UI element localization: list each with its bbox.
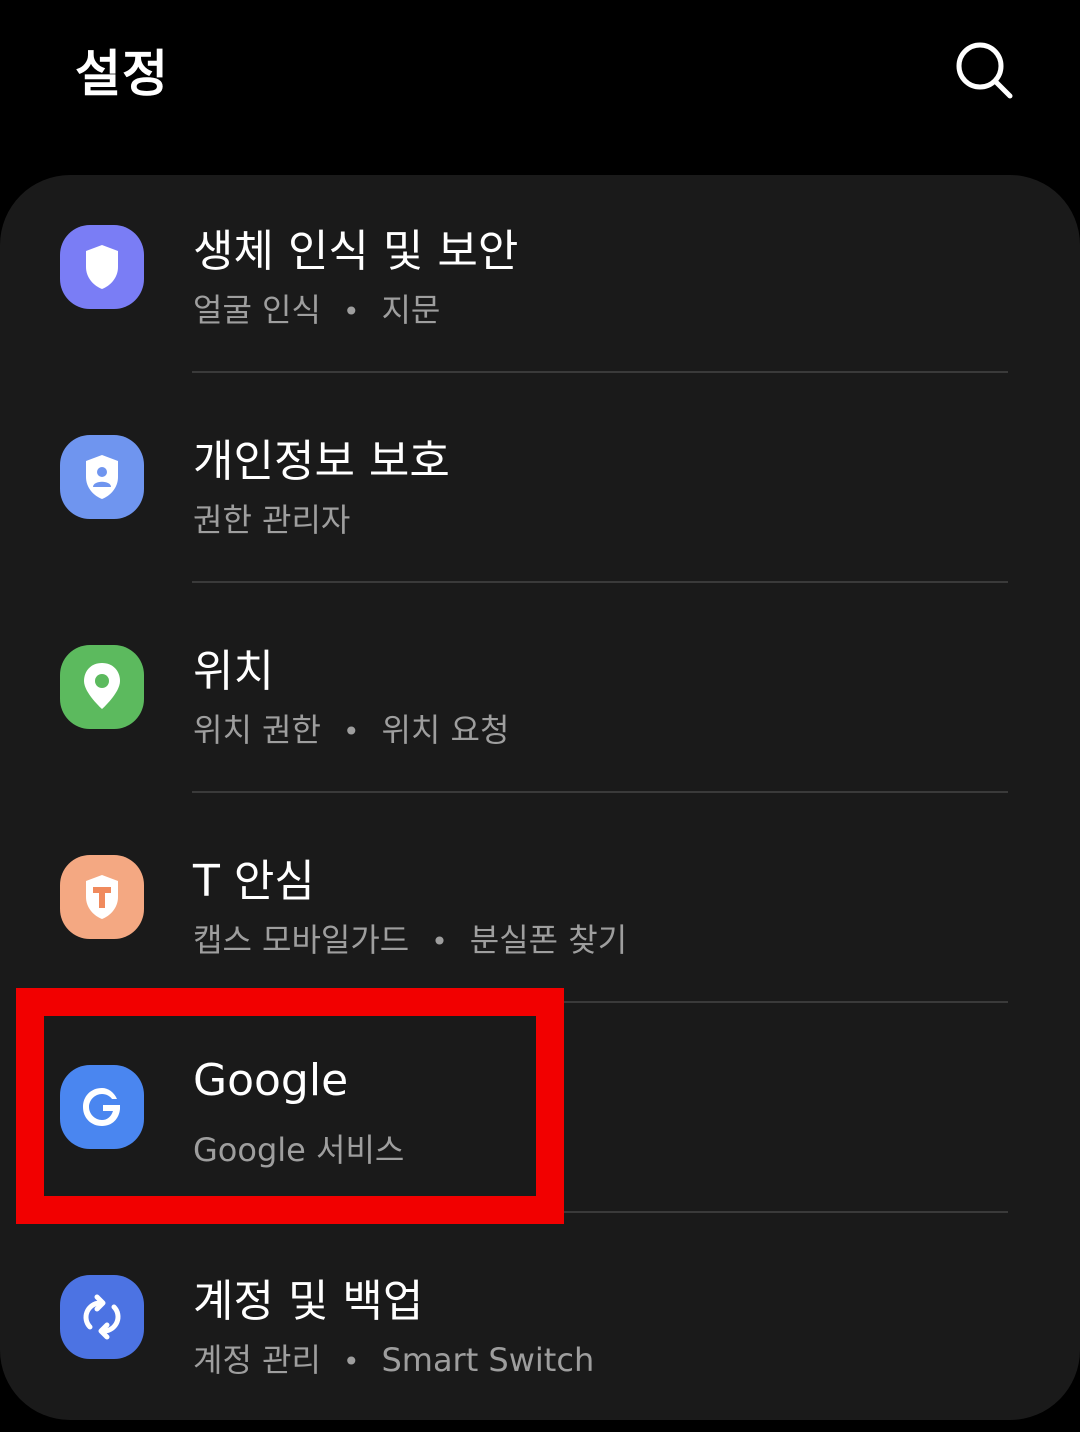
- divider: [192, 581, 1008, 583]
- divider: [192, 1211, 1008, 1213]
- settings-item-subtitle: 위치 권한 • 위치 요청: [193, 711, 510, 749]
- settings-item-title: 개인정보 보호: [193, 436, 450, 487]
- settings-item-accounts-backup[interactable]: 계정 및 백업 계정 관리 • Smart Switch: [0, 1225, 1080, 1420]
- divider: [192, 371, 1008, 373]
- sync-icon: [60, 1275, 144, 1359]
- divider: [192, 791, 1008, 793]
- settings-list: 생체 인식 및 보안 얼굴 인식 • 지문 개인정보 보호 권한 관리자 위치 위치…: [0, 175, 1080, 1420]
- settings-item-t-ansim[interactable]: T 안심 캡스 모바일가드 • 분실폰 찾기: [0, 805, 1080, 1015]
- settings-item-location[interactable]: 위치 위치 권한 • 위치 요청: [0, 595, 1080, 805]
- settings-item-biometrics-security[interactable]: 생체 인식 및 보안 얼굴 인식 • 지문: [0, 175, 1080, 385]
- settings-item-subtitle: 캡스 모바일가드 • 분실폰 찾기: [193, 921, 628, 959]
- settings-item-title: 위치: [193, 646, 274, 697]
- settings-item-google[interactable]: Google Google 서비스: [0, 1015, 1080, 1225]
- privacy-shield-icon: [60, 435, 144, 519]
- settings-item-subtitle: 계정 관리 • Smart Switch: [193, 1341, 595, 1379]
- google-icon: [60, 1065, 144, 1149]
- settings-item-title: 계정 및 백업: [193, 1276, 424, 1327]
- shield-icon: [60, 225, 144, 309]
- app-header: 설정: [0, 0, 1080, 140]
- location-pin-icon: [60, 645, 144, 729]
- search-icon: [956, 42, 1013, 99]
- settings-item-subtitle: Google 서비스: [193, 1131, 405, 1169]
- settings-item-title: 생체 인식 및 보안: [193, 226, 519, 277]
- search-button[interactable]: [950, 36, 1018, 104]
- t-ansim-shield-icon: [60, 855, 144, 939]
- settings-item-title: T 안심: [193, 856, 315, 907]
- page-title: 설정: [75, 45, 169, 103]
- divider: [192, 1001, 1008, 1003]
- settings-item-title: Google: [193, 1055, 349, 1106]
- settings-item-subtitle: 얼굴 인식 • 지문: [193, 291, 441, 329]
- settings-item-privacy[interactable]: 개인정보 보호 권한 관리자: [0, 385, 1080, 595]
- settings-item-subtitle: 권한 관리자: [193, 501, 351, 539]
